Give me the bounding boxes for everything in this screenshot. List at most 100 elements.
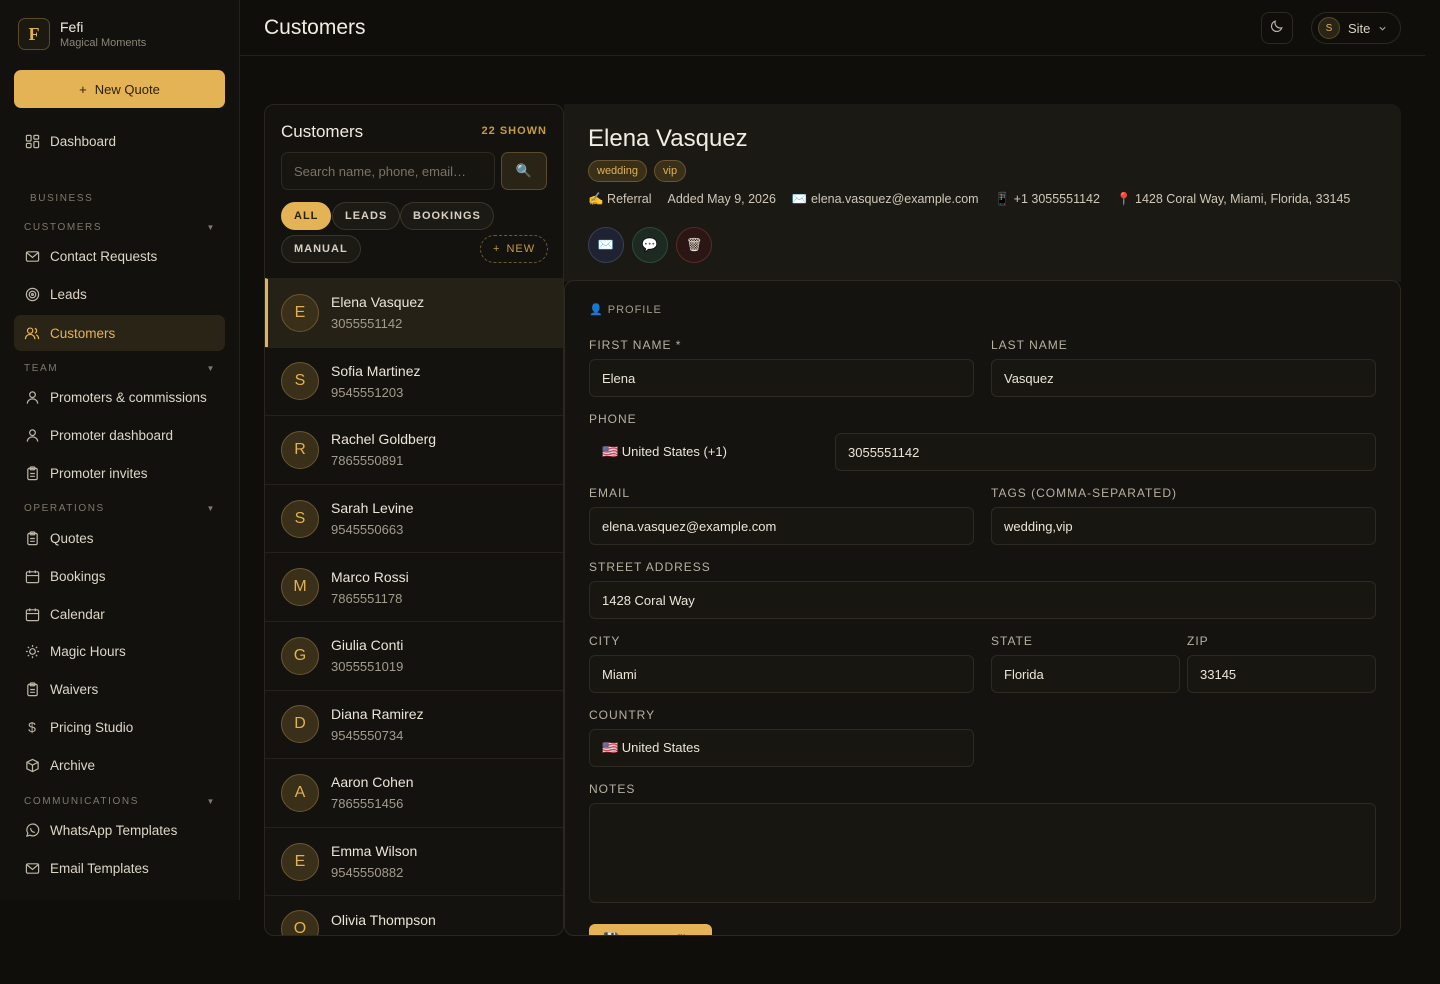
notes-textarea[interactable]: [589, 803, 1376, 903]
section-customers[interactable]: CUSTOMERS ▼: [24, 222, 216, 233]
filter-manual[interactable]: MANUAL: [281, 235, 361, 263]
list-item[interactable]: S Sofia Martinez 9545551203: [265, 346, 563, 416]
zip-field[interactable]: 33145: [1187, 655, 1376, 693]
phone-field[interactable]: 3055551142: [835, 433, 1376, 471]
calendar-icon: [24, 568, 40, 584]
sidebar-item-customers[interactable]: Customers: [14, 315, 225, 351]
list-item[interactable]: S Sarah Levine 9545550663: [265, 483, 563, 553]
search-icon: 🔍: [515, 163, 533, 178]
sidebar-item-label: Calendar: [50, 606, 105, 622]
added-date: Added May 9, 2026: [667, 192, 776, 206]
section-communications[interactable]: COMMUNICATIONS ▼: [24, 796, 216, 807]
list-item[interactable]: O Olivia Thompson: [265, 895, 563, 935]
list-item[interactable]: A Aaron Cohen 7865551456: [265, 758, 563, 827]
email-text: ✉️ elena.vasquez@example.com: [791, 192, 979, 206]
country-select[interactable]: 🇺🇸 United States: [589, 729, 974, 767]
sidebar-item-label: Pricing Studio: [50, 719, 134, 735]
new-quote-button[interactable]: + New Quote: [14, 70, 225, 108]
sidebar-item-calendar[interactable]: Calendar: [14, 596, 225, 632]
brand-subtitle: Magical Moments: [60, 37, 147, 49]
profile-form: 👤 PROFILE FIRST NAME * Elena LAST NAME V…: [564, 280, 1401, 936]
profile-section-title: 👤 PROFILE: [589, 304, 662, 316]
sidebar-item-promoters[interactable]: Promoters & commissions: [14, 379, 225, 415]
list-item[interactable]: R Rachel Goldberg 7865550891: [265, 415, 563, 484]
list-item[interactable]: D Diana Ramirez 9545550734: [265, 689, 563, 759]
box-icon: [24, 757, 40, 773]
avatar: D: [281, 705, 319, 744]
section-label: TEAM: [24, 363, 59, 374]
sidebar-item-label: Waivers: [50, 681, 99, 697]
last-name-field[interactable]: Vasquez: [991, 359, 1376, 397]
search-button[interactable]: 🔍: [501, 152, 547, 190]
customer-phone: 9545551203: [331, 384, 404, 400]
list-item[interactable]: E Emma Wilson 9545550882: [265, 826, 563, 896]
sidebar-item-whatsapp[interactable]: WhatsApp Templates: [14, 812, 225, 848]
tag-badge: wedding: [588, 160, 647, 182]
mail-icon: [24, 860, 40, 876]
tags-label: TAGS (COMMA-SEPARATED): [991, 486, 1178, 500]
last-name-label: LAST NAME: [991, 338, 1068, 352]
search-input[interactable]: [281, 152, 495, 190]
sidebar-item-label: Leads: [50, 286, 87, 302]
sidebar-item-contact-requests[interactable]: Contact Requests: [14, 238, 225, 274]
customer-name: Rachel Goldberg: [331, 431, 437, 448]
delete-customer-button[interactable]: 🗑: [676, 227, 712, 263]
email-customer-button[interactable]: ✉️: [588, 227, 624, 263]
sidebar-item-bookings[interactable]: Bookings: [14, 558, 225, 594]
country-label: COUNTRY: [589, 708, 656, 722]
customer-name-heading: Elena Vasquez: [588, 125, 748, 152]
avatar: E: [281, 293, 319, 332]
filter-leads[interactable]: LEADS: [332, 202, 401, 230]
customer-phone: 9545550663: [331, 522, 404, 538]
street-label: STREET ADDRESS: [589, 560, 711, 574]
sidebar-item-magic-hours[interactable]: Magic Hours: [14, 633, 225, 669]
customer-phone: 3055551142: [331, 316, 403, 332]
sidebar-item-promoter-dashboard[interactable]: Promoter dashboard: [14, 417, 225, 453]
street-address-field[interactable]: 1428 Coral Way: [589, 581, 1376, 619]
sidebar-item-pricing-studio[interactable]: $ Pricing Studio: [14, 709, 225, 745]
sidebar-item-label: Promoter invites: [50, 465, 148, 481]
customer-phone: 7865551456: [331, 796, 404, 812]
save-profile-button[interactable]: 💾 Save Profile: [589, 924, 712, 935]
section-team[interactable]: TEAM ▼: [24, 363, 216, 374]
customer-name: Giulia Conti: [331, 637, 404, 654]
customer-name: Marco Rossi: [331, 568, 409, 585]
sidebar-item-label: Email Templates: [50, 860, 149, 876]
shown-count-badge: 22 SHOWN: [481, 125, 547, 137]
sidebar-item-dashboard[interactable]: Dashboard: [14, 123, 225, 159]
site-menu-button[interactable]: S Site: [1311, 12, 1401, 44]
sidebar-item-archive[interactable]: Archive: [14, 747, 225, 783]
list-item[interactable]: E Elena Vasquez 3055551142: [265, 278, 563, 347]
sidebar-item-promoter-invites[interactable]: Promoter invites: [14, 455, 225, 491]
list-item[interactable]: G Giulia Conti 3055551019: [265, 620, 563, 690]
email-field[interactable]: elena.vasquez@example.com: [589, 507, 974, 545]
new-customer-button[interactable]: + NEW: [480, 235, 549, 263]
sidebar-item-email-templates[interactable]: Email Templates: [14, 850, 225, 886]
state-field[interactable]: Florida: [991, 655, 1180, 693]
phone-country-select[interactable]: 🇺🇸 United States (+1): [589, 433, 827, 471]
chevron-down-icon: ▼: [206, 364, 216, 373]
sidebar-item-label: Customers: [50, 325, 116, 341]
sidebar-item-quotes[interactable]: Quotes: [14, 520, 225, 556]
new-quote-label: New Quote: [94, 81, 160, 97]
filter-bookings[interactable]: BOOKINGS: [400, 202, 494, 230]
avatar: M: [281, 568, 319, 607]
city-field[interactable]: Miami: [589, 655, 974, 693]
tags-field[interactable]: wedding,vip: [991, 507, 1376, 545]
first-name-field[interactable]: Elena: [589, 359, 974, 397]
chevron-down-icon: ▼: [206, 504, 216, 513]
customer-phone: 9545550734: [331, 727, 404, 743]
message-customer-button[interactable]: 💬: [632, 227, 668, 263]
customer-phone: 7865551178: [331, 590, 403, 606]
plus-icon: +: [79, 81, 87, 97]
section-label: COMMUNICATIONS: [24, 796, 139, 807]
brand[interactable]: F Fefi Magical Moments: [18, 18, 146, 50]
section-operations[interactable]: OPERATIONS ▼: [24, 503, 216, 514]
list-item[interactable]: M Marco Rossi 7865551178: [265, 552, 563, 621]
theme-toggle-button[interactable]: [1261, 12, 1293, 44]
state-label: STATE: [991, 634, 1033, 648]
sidebar-item-leads[interactable]: Leads: [14, 276, 225, 312]
sun-icon: [24, 643, 40, 659]
filter-all[interactable]: ALL: [281, 202, 332, 230]
sidebar-item-waivers[interactable]: Waivers: [14, 671, 225, 707]
